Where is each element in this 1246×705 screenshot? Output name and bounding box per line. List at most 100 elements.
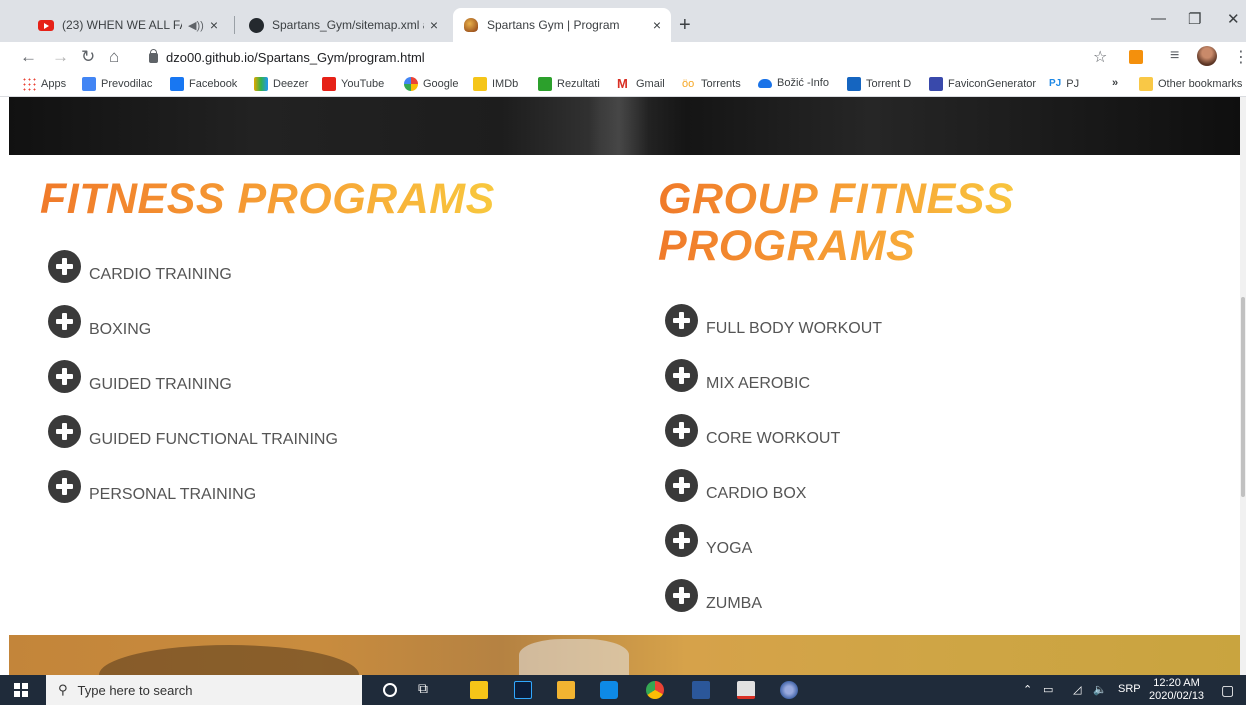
program-item[interactable]: GUIDED TRAINING (48, 360, 232, 393)
plus-circle-icon[interactable] (665, 469, 698, 502)
bookmark-label: Torrents (701, 78, 741, 90)
bookmark-label: Božić -Info (777, 77, 829, 89)
tab-youtube[interactable]: (23) WHEN WE ALL FALL ASL ◀)) × (28, 8, 228, 42)
reload-icon[interactable]: ↻ (81, 47, 95, 67)
plus-circle-icon[interactable] (48, 250, 81, 283)
tab-title: Spartans Gym | Program (487, 18, 620, 32)
audio-playing-icon[interactable]: ◀)) (188, 19, 204, 32)
bookmark-torrents[interactable]: öo Torrents (682, 77, 741, 91)
minimize-icon[interactable]: — (1151, 10, 1166, 27)
new-tab-button[interactable]: + (679, 14, 691, 37)
chrome-icon[interactable] (646, 681, 664, 699)
battery-icon[interactable]: ▭ (1043, 683, 1053, 696)
program-item[interactable]: YOGA (665, 524, 752, 557)
folder-icon (1139, 77, 1153, 91)
program-item[interactable]: CORE WORKOUT (665, 414, 840, 447)
plus-circle-icon[interactable] (665, 304, 698, 337)
bookmark-deezer[interactable]: Deezer (254, 77, 308, 91)
vscode-icon[interactable] (600, 681, 618, 699)
tray-chevron-icon[interactable]: ⌃ (1023, 683, 1032, 696)
notifications-icon[interactable]: ▢ (1221, 682, 1234, 699)
more-bookmarks-button[interactable]: » (1112, 77, 1118, 89)
tab-divider (234, 16, 235, 34)
word-icon[interactable] (692, 681, 710, 699)
plus-circle-icon[interactable] (48, 470, 81, 503)
reading-list-icon[interactable]: ≡ (1170, 47, 1179, 65)
other-bookmarks-folder[interactable]: Other bookmarks (1139, 77, 1242, 91)
facebook-icon (170, 77, 184, 91)
language-indicator[interactable]: SRP (1118, 683, 1141, 695)
taskbar-search-box[interactable]: ⚲ Type here to search (46, 675, 362, 705)
program-item[interactable]: CARDIO BOX (665, 469, 806, 502)
program-label: GUIDED TRAINING (89, 376, 232, 393)
wifi-icon[interactable]: ◿ (1073, 683, 1081, 696)
plus-circle-icon[interactable] (48, 305, 81, 338)
plus-circle-icon[interactable] (665, 524, 698, 557)
system-clock[interactable]: 12:20 AM 2020/02/13 (1149, 677, 1204, 703)
program-label: FULL BODY WORKOUT (706, 320, 883, 337)
bookmark-label: Other bookmarks (1158, 78, 1243, 90)
plus-circle-icon[interactable] (48, 360, 81, 393)
cortana-icon[interactable] (383, 683, 397, 697)
menu-kebab-icon[interactable]: ⋮ (1233, 47, 1246, 67)
sticky-notes-icon[interactable] (470, 681, 488, 699)
acrobat-icon[interactable] (737, 681, 755, 699)
bookmark-prevodilac[interactable]: Prevodilac (82, 77, 152, 91)
program-label: GUIDED FUNCTIONAL TRAINING (89, 431, 338, 448)
bookmark-label: IMDb (492, 78, 519, 90)
close-tab-icon[interactable]: × (653, 17, 661, 33)
plus-circle-icon[interactable] (665, 414, 698, 447)
bookmark-google[interactable]: Google (404, 77, 458, 91)
windows-start-icon[interactable] (14, 683, 28, 697)
bookmark-imdb[interactable]: IMDb (473, 77, 518, 91)
windows-taskbar: ⚲ Type here to search ⧉ ⌃ ▭ ◿ 🔈 SRP 12:2… (0, 675, 1246, 705)
rss-extension-icon[interactable] (1129, 50, 1143, 64)
bookmark-favicongenerator[interactable]: FaviconGenerator (929, 77, 1036, 91)
torrent-d-icon (847, 77, 861, 91)
pj-icon: PJ (1049, 78, 1062, 89)
program-label: YOGA (706, 540, 753, 557)
bookmark-youtube[interactable]: YouTube (322, 77, 384, 91)
scrollbar-thumb[interactable] (1241, 297, 1245, 497)
paint-icon[interactable] (780, 681, 798, 699)
bookmark-label: Facebook (189, 78, 238, 90)
restore-icon[interactable]: ❐ (1188, 10, 1201, 28)
plus-circle-icon[interactable] (665, 579, 698, 612)
bookmark-apps[interactable]: Apps (22, 77, 66, 91)
bookmark-facebook[interactable]: Facebook (170, 77, 237, 91)
program-item[interactable]: ZUMBA (665, 579, 762, 612)
program-item[interactable]: GUIDED FUNCTIONAL TRAINING (48, 415, 338, 448)
bookmark-label: Gmail (636, 78, 665, 90)
plus-circle-icon[interactable] (48, 415, 81, 448)
bookmark-pj[interactable]: PJ PJ (1049, 77, 1079, 91)
bookmark-bozic-info[interactable]: Božić -Info (758, 77, 829, 89)
clock-date: 2020/02/13 (1149, 690, 1205, 702)
photoshop-icon[interactable] (514, 681, 532, 699)
program-item[interactable]: PERSONAL TRAINING (48, 470, 256, 503)
close-tab-icon[interactable]: × (210, 17, 218, 33)
home-icon[interactable]: ⌂ (109, 47, 119, 67)
page-scrollbar[interactable] (1240, 97, 1246, 675)
forward-arrow-icon[interactable]: → (52, 47, 69, 67)
close-window-icon[interactable]: ✕ (1227, 10, 1240, 28)
file-explorer-icon[interactable] (557, 681, 575, 699)
close-tab-icon[interactable]: × (430, 17, 438, 33)
program-item[interactable]: CARDIO TRAINING (48, 250, 232, 283)
program-item[interactable]: MIX AEROBIC (665, 359, 810, 392)
profile-avatar[interactable] (1197, 46, 1217, 66)
tab-active-program[interactable]: Spartans Gym | Program × (453, 8, 671, 42)
group-fitness-programs-title: GROUP FITNESS PROGRAMS (658, 176, 1078, 270)
plus-circle-icon[interactable] (665, 359, 698, 392)
task-view-icon[interactable]: ⧉ (418, 680, 436, 698)
program-item[interactable]: FULL BODY WORKOUT (665, 304, 882, 337)
bookmark-torrent-d[interactable]: Torrent D (847, 77, 911, 91)
bookmark-star-icon[interactable]: ☆ (1093, 47, 1107, 67)
bookmark-gmail[interactable]: M Gmail (617, 77, 665, 91)
program-item[interactable]: BOXING (48, 305, 151, 338)
volume-icon[interactable]: 🔈 (1093, 683, 1107, 696)
address-bar[interactable]: dzo00.github.io/Spartans_Gym/program.htm… (137, 45, 1147, 70)
tab-github[interactable]: Spartans_Gym/sitemap.xml at ma × (238, 8, 448, 42)
translate-icon (82, 77, 96, 91)
back-arrow-icon[interactable]: ← (20, 47, 37, 67)
bookmark-rezultati[interactable]: Rezultati (538, 77, 600, 91)
